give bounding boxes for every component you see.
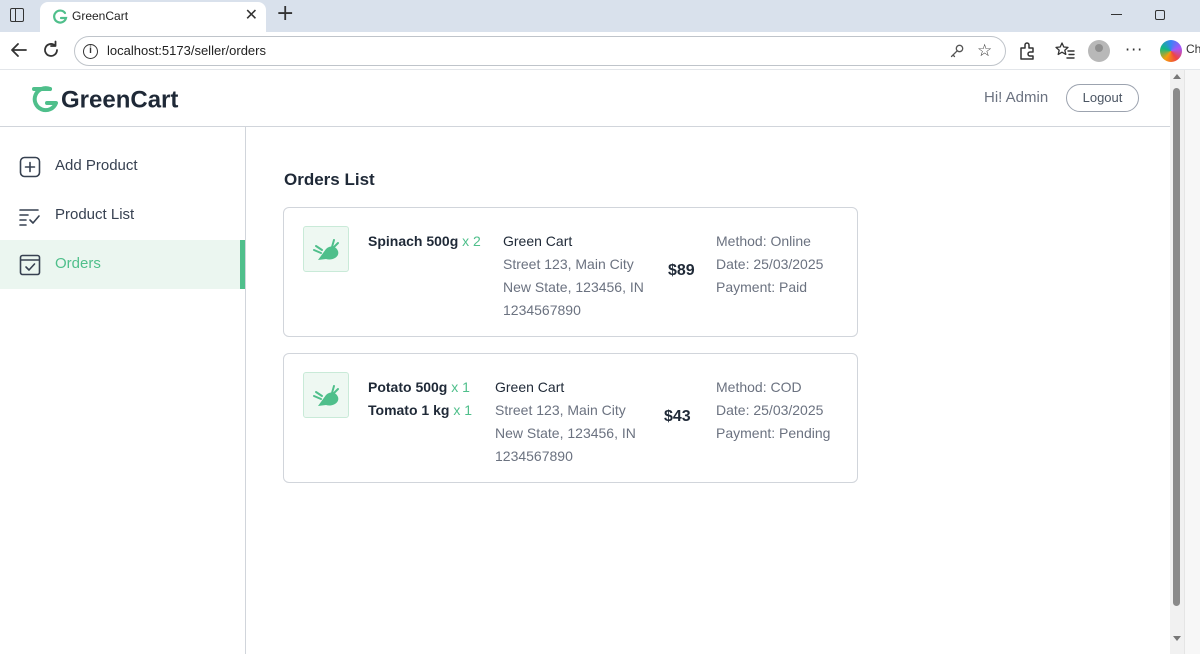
browser-titlebar: GreenCart ✕ + — [0, 0, 1200, 32]
payment-status: Payment: Paid — [716, 279, 808, 295]
list-check-icon — [19, 209, 40, 226]
item-name: Tomato 1 kg — [368, 402, 450, 418]
order-date: Date: 25/03/2025 — [716, 402, 824, 418]
reload-icon[interactable] — [40, 39, 62, 61]
address-name: Green Cart — [503, 233, 573, 249]
scroll-down-arrow-icon[interactable] — [1173, 636, 1181, 641]
profile-avatar-icon[interactable] — [1088, 40, 1110, 62]
back-arrow-icon[interactable] — [8, 39, 30, 61]
sidebar-item-add-product[interactable]: Add Product — [0, 142, 245, 191]
page-scrollbar[interactable] — [1170, 70, 1184, 654]
orders-content: Orders List Spinach 500g x 2 Green Cart … — [246, 127, 1170, 654]
order-check-icon — [19, 254, 41, 276]
seller-sidebar: Add Product Product List Orders — [0, 127, 246, 654]
address-name: Green Cart — [495, 379, 565, 395]
vegetable-box-icon — [313, 239, 339, 260]
shipping-address: Green Cart Street 123, Main City New Sta… — [495, 376, 636, 468]
page-title: Orders List — [284, 170, 375, 189]
item-quantity: x 1 — [453, 402, 472, 418]
url-text[interactable]: localhost:5173/seller/orders — [107, 43, 266, 58]
tab-close-icon[interactable]: ✕ — [245, 7, 258, 23]
page-header: GreenCart Hi! Admin Logout — [0, 70, 1170, 127]
item-name: Spinach 500g — [368, 233, 459, 249]
shipping-address: Green Cart Street 123, Main City New Sta… — [503, 230, 644, 322]
sidebar-item-orders[interactable]: Orders — [0, 240, 245, 289]
sidebar-item-product-list[interactable]: Product List — [0, 191, 245, 240]
order-item: Potato 500g x 1 — [368, 376, 472, 399]
payment-status: Payment: Pending — [716, 425, 831, 441]
browser-toolbar: i localhost:5173/seller/orders ☆ ··· Ch — [0, 32, 1200, 70]
greencart-favicon-icon — [53, 9, 68, 24]
order-items: Spinach 500g x 2 — [368, 230, 481, 253]
address-line1: Street 123, Main City — [503, 256, 634, 272]
order-meta: Method: Online Date: 25/03/2025 Payment:… — [716, 230, 823, 299]
greencart-logo[interactable]: GreenCart — [32, 83, 182, 115]
address-phone: 1234567890 — [503, 302, 581, 318]
browser-sidebar-strip — [1184, 70, 1200, 654]
browser-tab[interactable]: GreenCart ✕ — [40, 2, 266, 32]
key-icon[interactable] — [949, 43, 965, 59]
address-line2: New State, 123456, IN — [495, 425, 636, 441]
add-box-icon — [19, 156, 41, 178]
item-name: Potato 500g — [368, 379, 448, 395]
order-date: Date: 25/03/2025 — [716, 256, 824, 272]
order-amount: $89 — [668, 262, 695, 279]
favorite-star-icon[interactable]: ☆ — [977, 41, 992, 61]
site-info-icon[interactable]: i — [83, 44, 98, 59]
extensions-icon[interactable] — [1017, 41, 1037, 61]
order-item: Tomato 1 kg x 1 — [368, 399, 472, 422]
order-amount: $43 — [664, 408, 691, 425]
vegetable-box-icon — [313, 385, 339, 406]
item-quantity: x 2 — [462, 233, 481, 249]
window-maximize-icon[interactable] — [1155, 10, 1165, 20]
favorites-icon[interactable] — [1055, 41, 1075, 61]
address-line1: Street 123, Main City — [495, 402, 626, 418]
tab-title: GreenCart — [72, 9, 129, 23]
scroll-up-arrow-icon[interactable] — [1173, 74, 1181, 79]
copilot-label[interactable]: Ch — [1186, 42, 1200, 56]
logout-button[interactable]: Logout — [1066, 84, 1139, 112]
new-tab-icon[interactable]: + — [276, 2, 294, 26]
svg-text:GreenCart: GreenCart — [61, 87, 178, 114]
scrollbar-thumb[interactable] — [1173, 88, 1180, 606]
sidebar-item-label: Orders — [55, 255, 101, 272]
product-thumbnail — [303, 226, 349, 272]
address-line2: New State, 123456, IN — [503, 279, 644, 295]
tab-actions-icon[interactable] — [10, 8, 24, 22]
order-card: Spinach 500g x 2 Green Cart Street 123, … — [283, 207, 858, 337]
product-thumbnail — [303, 372, 349, 418]
item-quantity: x 1 — [451, 379, 470, 395]
payment-method: Method: COD — [716, 379, 802, 395]
admin-greeting: Hi! Admin — [984, 89, 1049, 106]
more-menu-icon[interactable]: ··· — [1125, 40, 1143, 59]
address-bar[interactable]: i localhost:5173/seller/orders ☆ — [74, 36, 1006, 66]
sidebar-item-label: Product List — [55, 206, 135, 223]
address-phone: 1234567890 — [495, 448, 573, 464]
order-item: Spinach 500g x 2 — [368, 230, 481, 253]
copilot-icon[interactable] — [1160, 40, 1182, 62]
order-meta: Method: COD Date: 25/03/2025 Payment: Pe… — [716, 376, 830, 445]
payment-method: Method: Online — [716, 233, 811, 249]
order-items: Potato 500g x 1 Tomato 1 kg x 1 — [368, 376, 472, 422]
window-minimize-icon[interactable] — [1111, 14, 1122, 15]
seller-page: GreenCart Hi! Admin Logout Add Product P… — [0, 70, 1170, 654]
order-card: Potato 500g x 1 Tomato 1 kg x 1 Green Ca… — [283, 353, 858, 483]
sidebar-item-label: Add Product — [55, 157, 138, 174]
